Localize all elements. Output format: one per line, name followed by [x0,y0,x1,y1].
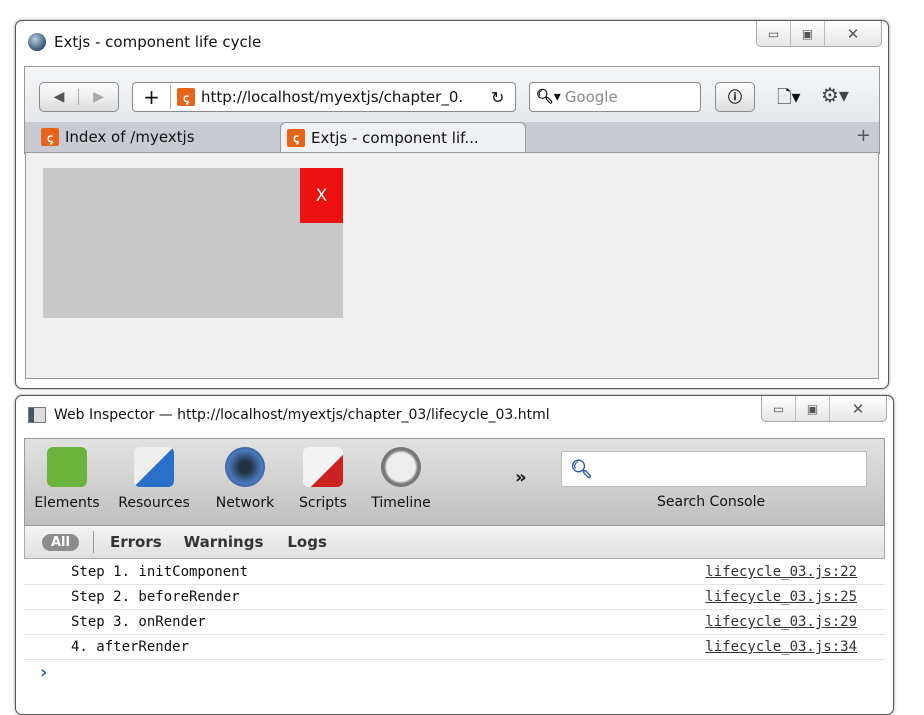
source-link[interactable]: lifecycle_03.js:34 [705,635,857,660]
tool-network[interactable]: Network [205,447,285,511]
close-window-button[interactable]: ✕ [825,21,881,46]
component-box: X [43,168,343,318]
back-forward-buttons: ◀ ▶ [39,82,119,112]
filter-errors[interactable]: Errors [110,533,162,551]
address-bar[interactable]: + ꞔ http://localhost/myextjs/chapter_0. … [132,82,516,112]
console-message: Step 3. onRender lifecycle_03.js:29 [24,610,885,635]
reload-icon[interactable]: ↻ [491,88,515,107]
source-link[interactable]: lifecycle_03.js:29 [705,610,857,635]
back-button[interactable]: ◀ [40,89,80,105]
scripts-icon [303,447,343,487]
minimize-button[interactable]: ▭ [757,21,791,46]
browser-icon [28,33,46,51]
browser-window: Extjs - component life cycle ▭ ▣ ✕ ◀ ▶ + ꞔ … [15,20,889,389]
site-icon: ꞔ [287,128,305,147]
console-output: Step 1. initComponent lifecycle_03.js:22 … [24,560,885,700]
divider [92,531,94,553]
tab-strip: ꞔ Index of /myextjs ꞔ Extjs - component li… [25,122,879,153]
console-message: Step 2. beforeRender lifecycle_03.js:25 [24,585,885,610]
page-content: X [25,153,879,379]
tab-active[interactable]: ꞔ Extjs - component lif... [280,122,526,152]
site-icon: ꞔ [41,128,59,146]
add-bookmark-icon[interactable]: + [133,85,171,109]
source-link[interactable]: lifecycle_03.js:22 [705,560,857,585]
tab-index[interactable]: ꞔ Index of /myextjs [35,122,275,152]
console-search-input[interactable]: 🔍︎ [561,451,867,487]
more-tools-button[interactable]: » [515,467,527,488]
network-icon [225,447,265,487]
elements-icon [47,447,87,487]
tool-resources[interactable]: Resources [107,447,201,511]
console-message: Step 1. initComponent lifecycle_03.js:22 [24,560,885,585]
page-menu-icon[interactable]: 🗋▾ [777,85,801,115]
filter-all[interactable]: All [42,533,79,551]
inspector-window: Web Inspector — http://localhost/myextjs… [15,395,894,715]
close-window-button[interactable]: ✕ [830,396,886,421]
close-component-button[interactable]: X [300,168,343,223]
filter-warnings[interactable]: Warnings [184,533,264,551]
window-controls: ▭ ▣ ✕ [761,396,887,422]
new-tab-button[interactable]: + [856,125,871,146]
filter-bar: All Errors Warnings Logs [24,526,885,559]
console-message: 4. afterRender lifecycle_03.js:34 [24,635,885,660]
inspector-toolbar: Elements Resources Network Scripts Timel… [24,438,885,526]
tool-elements[interactable]: Elements [29,447,105,511]
filter-logs[interactable]: Logs [287,533,327,551]
search-input[interactable]: 🔍︎▾ Google [529,82,701,112]
site-icon: ꞔ [177,88,195,106]
maximize-button[interactable]: ▣ [791,21,825,46]
url-text: http://localhost/myextjs/chapter_0. [201,88,464,106]
source-link[interactable]: lifecycle_03.js:25 [705,585,857,610]
minimize-button[interactable]: ▭ [762,396,796,421]
inspector-icon [28,407,46,423]
search-icon: 🔍︎ [570,458,593,480]
timeline-icon [381,447,421,487]
tool-timeline[interactable]: Timeline [363,447,439,511]
settings-gear-icon[interactable]: ⚙▾ [821,83,849,107]
tool-scripts[interactable]: Scripts [287,447,359,511]
resources-icon [134,447,174,487]
window-title: Extjs - component life cycle [54,33,262,51]
window-controls: ▭ ▣ ✕ [756,21,882,47]
inspector-title: Web Inspector — http://localhost/myextjs… [54,407,550,423]
maximize-button[interactable]: ▣ [796,396,830,421]
forward-button[interactable]: ▶ [79,89,118,105]
console-prompt[interactable]: › [40,662,47,683]
info-button[interactable]: ⓘ [715,82,755,112]
search-console-label: Search Console [657,494,766,510]
search-icon: 🔍︎▾ [536,89,561,105]
